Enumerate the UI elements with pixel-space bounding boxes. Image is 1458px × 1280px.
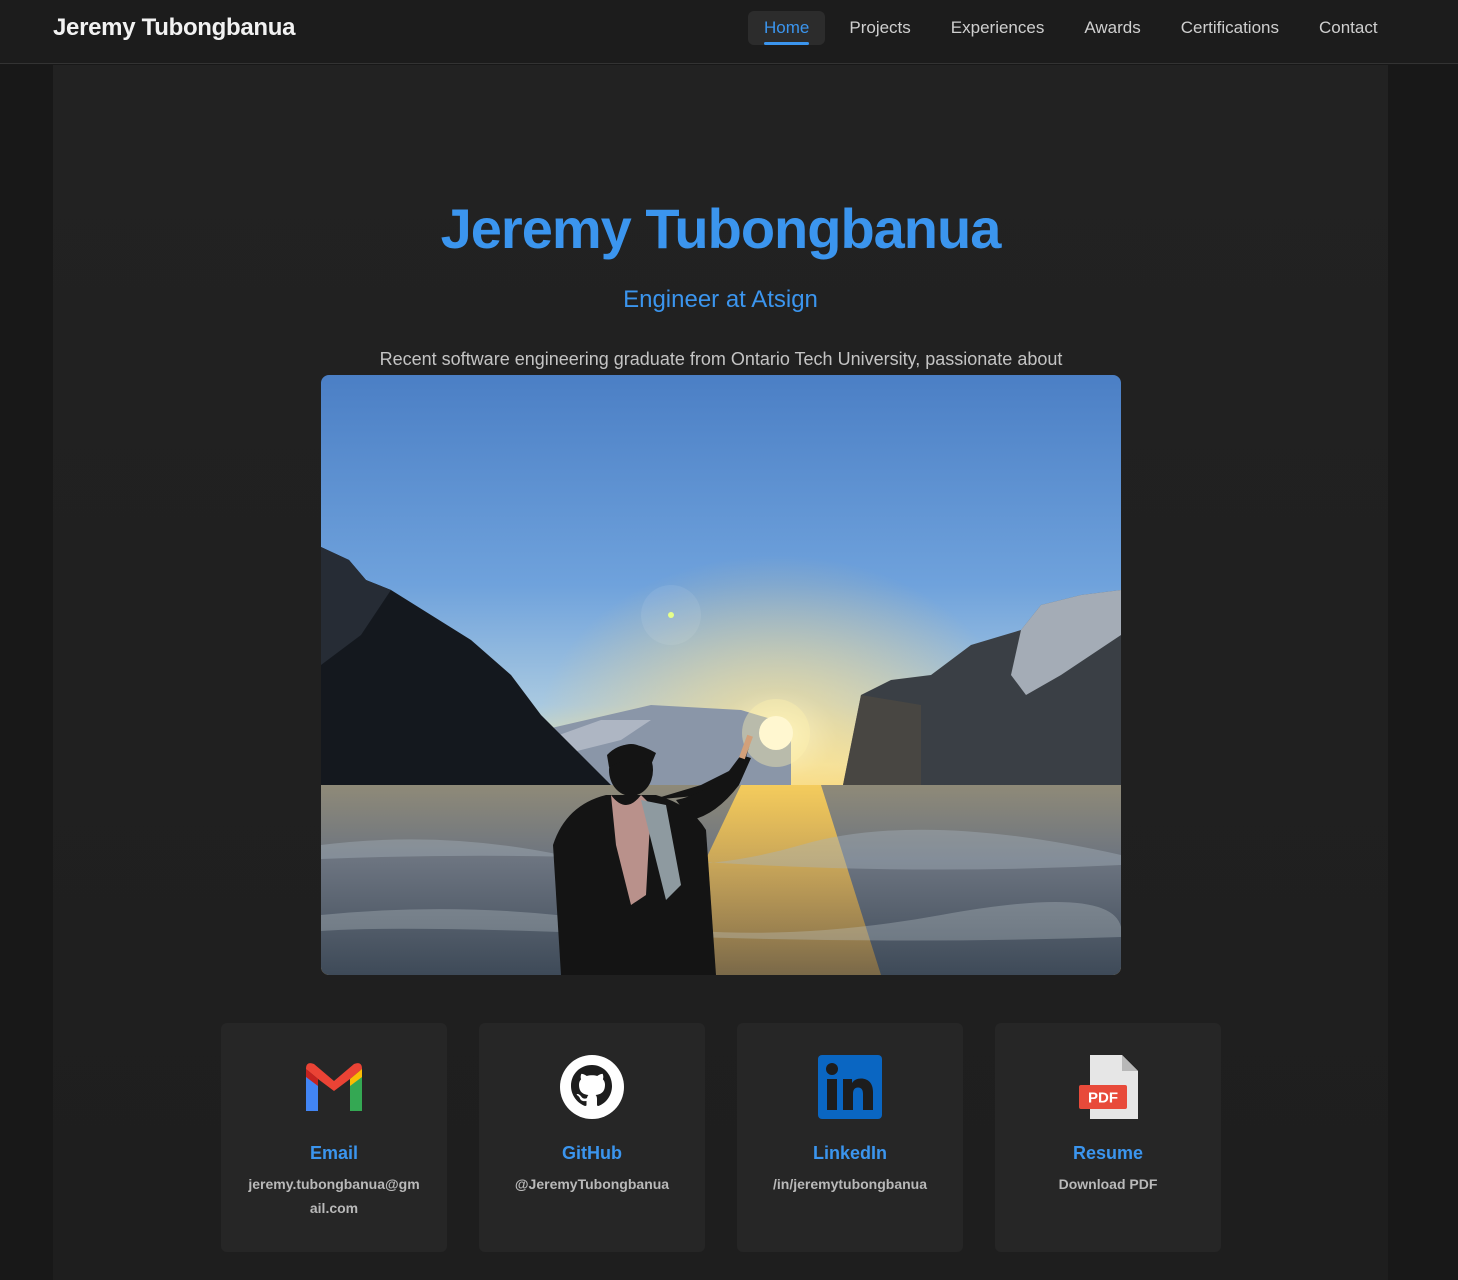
navbar: Jeremy Tubongbanua Home Projects Experie… xyxy=(0,0,1458,64)
github-card-handle: @JeremyTubongbanua xyxy=(514,1176,670,1192)
pdf-icon: PDF xyxy=(1079,1055,1138,1119)
nav-links: Home Projects Experiences Awards Certifi… xyxy=(748,11,1402,45)
resume-card-title: Resume xyxy=(1072,1143,1144,1163)
nav-link-certifications[interactable]: Certifications xyxy=(1165,11,1295,45)
github-card[interactable]: GitHub @JeremyTubongbanua xyxy=(479,1023,705,1252)
nav-link-contact[interactable]: Contact xyxy=(1303,11,1394,45)
nav-link-projects[interactable]: Projects xyxy=(833,11,926,45)
linkedin-card-handle: /in/jeremytubongbanua xyxy=(772,1176,927,1192)
nav-link-awards[interactable]: Awards xyxy=(1068,11,1156,45)
email-card-title: Email xyxy=(309,1143,359,1163)
resume-card-download: Download PDF xyxy=(1058,1176,1158,1192)
brand-title[interactable]: Jeremy Tubongbanua xyxy=(53,14,296,42)
email-card[interactable]: Email jeremy.tubongbanua@gmail.com xyxy=(221,1023,447,1252)
resume-card[interactable]: PDF Resume Download PDF xyxy=(995,1023,1221,1252)
email-card-address: jeremy.tubongbanua@gmail.com xyxy=(248,1176,420,1216)
linkedin-card[interactable]: LinkedIn /in/jeremytubongbanua xyxy=(737,1023,963,1252)
github-card-title: GitHub xyxy=(562,1143,622,1163)
linkedin-icon xyxy=(818,1055,882,1119)
hero-name: Jeremy Tubongbanua xyxy=(440,197,1002,260)
hero-photo xyxy=(321,375,1121,975)
hero-role: Engineer at Atsign xyxy=(623,286,818,313)
github-icon xyxy=(560,1055,624,1119)
nav-link-home[interactable]: Home xyxy=(748,11,826,45)
contact-cards: Email jeremy.tubongbanua@gmail.com GitHu… xyxy=(221,1023,1221,1252)
nav-link-experiences[interactable]: Experiences xyxy=(935,11,1061,45)
gmail-icon xyxy=(306,1063,362,1111)
linkedin-card-title: LinkedIn xyxy=(812,1143,887,1163)
pdf-icon-label: PDF xyxy=(1088,1090,1118,1107)
hero-section: Jeremy Tubongbanua Engineer at Atsign Re… xyxy=(53,65,1388,1280)
